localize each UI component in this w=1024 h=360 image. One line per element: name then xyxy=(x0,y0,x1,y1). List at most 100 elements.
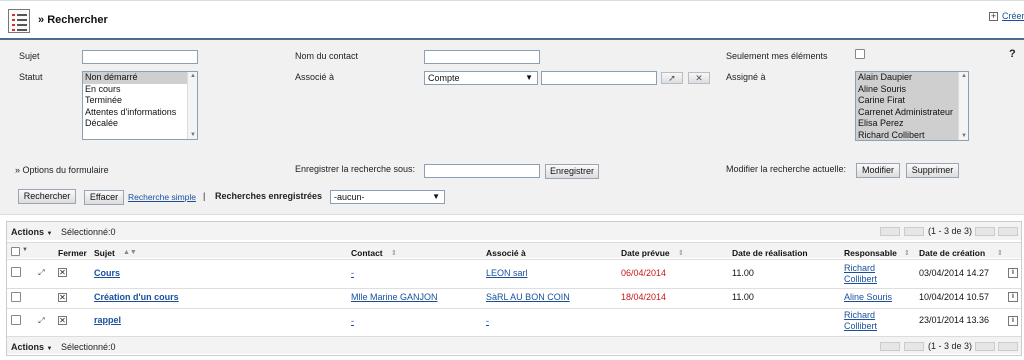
assigne-option[interactable]: Elisa Perez xyxy=(856,118,968,130)
row-responsable-last[interactable]: Collibert xyxy=(844,274,877,284)
close-task-icon[interactable]: ✕ xyxy=(58,268,67,277)
delete-button[interactable]: Supprimer xyxy=(906,163,959,178)
only-mine-checkbox[interactable] xyxy=(855,49,865,59)
contact-input[interactable] xyxy=(424,50,540,64)
next-page-button[interactable] xyxy=(975,342,995,351)
document-list-icon xyxy=(8,9,30,33)
close-icon: ✕ xyxy=(695,73,703,83)
assigne-option[interactable]: Aline Souris xyxy=(856,83,968,95)
associe-type-select[interactable]: Compte ▼ xyxy=(424,71,538,85)
save-search-input[interactable] xyxy=(424,164,540,178)
row-checkbox[interactable] xyxy=(11,292,21,302)
close-task-icon[interactable]: ✕ xyxy=(58,293,67,302)
prev-page-button[interactable] xyxy=(904,227,924,236)
row-contact[interactable]: Mlle Marine GANJON xyxy=(351,292,438,302)
row-sujet[interactable]: Cours xyxy=(94,268,120,278)
row-responsable-first[interactable]: Richard xyxy=(844,263,875,273)
page-title-text: Rechercher xyxy=(47,14,108,26)
search-panel: Sujet Nom du contact Seulement mes éléme… xyxy=(0,40,1024,215)
modify-search-label: Modifier la recherche actuelle: xyxy=(726,164,847,174)
sujet-input[interactable] xyxy=(82,50,198,64)
sort-icon[interactable]: ⇕ xyxy=(997,249,1003,257)
associe-input[interactable] xyxy=(541,71,657,85)
row-responsable-first[interactable]: Richard xyxy=(844,310,875,320)
statut-scrollbar[interactable]: ▲ ▼ xyxy=(187,72,197,139)
row-responsable-first[interactable]: Aline Souris xyxy=(844,292,892,302)
form-options-label: Options du formulaire xyxy=(22,165,109,175)
clear-button[interactable]: Effacer xyxy=(84,190,124,205)
col-date-prevue[interactable]: Date prévue xyxy=(621,248,670,258)
row-sujet[interactable]: Création d'un cours xyxy=(94,292,179,302)
dropdown-arrow-icon: ▼ xyxy=(432,192,440,201)
statut-option[interactable]: Attentes d'informations xyxy=(83,107,197,119)
assigne-option[interactable]: Carine Firat xyxy=(856,95,968,107)
info-icon[interactable]: i xyxy=(1008,292,1018,302)
save-search-button[interactable]: Enregistrer xyxy=(545,164,599,179)
associe-type-value: Compte xyxy=(428,73,460,83)
separator: | xyxy=(203,191,206,201)
statut-listbox[interactable]: Non démarré En cours Terminée Attentes d'in… xyxy=(82,71,198,140)
row-associe[interactable]: SàRL AU BON COIN xyxy=(486,292,570,302)
col-responsable[interactable]: Responsable xyxy=(844,248,897,258)
row-checkbox[interactable] xyxy=(11,267,21,277)
prev-page-button[interactable] xyxy=(904,342,924,351)
last-page-button[interactable] xyxy=(998,342,1018,351)
select-cursor-button[interactable]: ➚ xyxy=(661,72,683,84)
sort-icon[interactable]: ⇕ xyxy=(904,249,910,257)
create-link[interactable]: Créer xyxy=(1002,11,1024,21)
dropdown-arrow-icon: ▼ xyxy=(525,73,533,82)
info-icon[interactable]: i xyxy=(1008,316,1018,326)
row-date-prevue: 06/04/2014 xyxy=(621,268,667,278)
info-icon[interactable]: i xyxy=(1008,268,1018,278)
row-contact[interactable]: - xyxy=(351,268,354,278)
col-date-creation[interactable]: Date de création xyxy=(919,248,985,258)
next-page-button[interactable] xyxy=(975,227,995,236)
modify-button[interactable]: Modifier xyxy=(856,163,900,178)
plus-icon[interactable]: + xyxy=(989,12,998,21)
actions-menu[interactable]: Actions ▼ xyxy=(11,227,52,237)
row-date-creation: 10/04/2014 10.57 xyxy=(919,292,990,302)
saved-searches-select[interactable]: -aucun- ▼ xyxy=(330,190,445,204)
form-options-toggle[interactable]: » Options du formulaire xyxy=(15,165,109,175)
simple-search-link[interactable]: Recherche simple xyxy=(128,192,196,202)
actions-label: Actions xyxy=(11,342,45,352)
edit-icon[interactable]: ⤢ xyxy=(37,316,46,325)
row-contact[interactable]: - xyxy=(351,316,354,326)
sort-icon[interactable]: ▲▼ xyxy=(123,249,137,256)
row-date-creation: 03/04/2014 14.27 xyxy=(919,268,990,278)
chevron-down-icon: » xyxy=(15,165,21,175)
close-task-icon[interactable]: ✕ xyxy=(58,316,67,325)
assigne-listbox[interactable]: Alain Daupier Aline Souris Carine Firat Car… xyxy=(855,71,969,141)
sujet-label: Sujet xyxy=(19,51,40,61)
row-associe[interactable]: - xyxy=(486,316,489,326)
statut-option[interactable]: En cours xyxy=(83,84,197,96)
actions-menu[interactable]: Actions ▼ xyxy=(11,342,52,352)
search-button[interactable]: Rechercher xyxy=(18,189,76,204)
first-page-button[interactable] xyxy=(880,342,900,351)
assigne-option[interactable]: Carrenet Administrateur xyxy=(856,106,968,118)
edit-icon[interactable]: ⤢ xyxy=(37,268,46,277)
row-associe[interactable]: LEON sarl xyxy=(486,268,528,278)
clear-associe-button[interactable]: ✕ xyxy=(688,72,710,84)
last-page-button[interactable] xyxy=(998,227,1018,236)
statut-option[interactable]: Non démarré xyxy=(83,72,197,84)
row-responsable-last[interactable]: Collibert xyxy=(844,321,877,331)
col-contact[interactable]: Contact xyxy=(351,248,383,258)
col-associe: Associé à xyxy=(486,248,526,258)
chevron-down-icon: ▼ xyxy=(46,231,53,237)
col-sujet[interactable]: Sujet xyxy=(94,248,115,258)
statut-option[interactable]: Décalée xyxy=(83,118,197,130)
assigne-scrollbar[interactable]: ▲ ▼ xyxy=(958,72,968,140)
sort-icon[interactable]: ⇕ xyxy=(678,249,684,257)
assigne-option[interactable]: Richard Collibert xyxy=(856,129,968,140)
first-page-button[interactable] xyxy=(880,227,900,236)
assigne-option[interactable]: Alain Daupier xyxy=(856,72,968,84)
help-icon[interactable]: ? xyxy=(1009,48,1016,60)
chevron-down-icon[interactable]: ▼ xyxy=(22,247,28,253)
row-checkbox[interactable] xyxy=(11,315,21,325)
sort-icon[interactable]: ⇕ xyxy=(391,249,397,257)
results-toolbar-bottom: Actions ▼ Sélectionné:0 (1 - 3 de 3) xyxy=(7,336,1021,354)
select-all-checkbox[interactable] xyxy=(11,247,20,256)
statut-option[interactable]: Terminée xyxy=(83,95,197,107)
row-sujet[interactable]: rappel xyxy=(94,315,121,325)
